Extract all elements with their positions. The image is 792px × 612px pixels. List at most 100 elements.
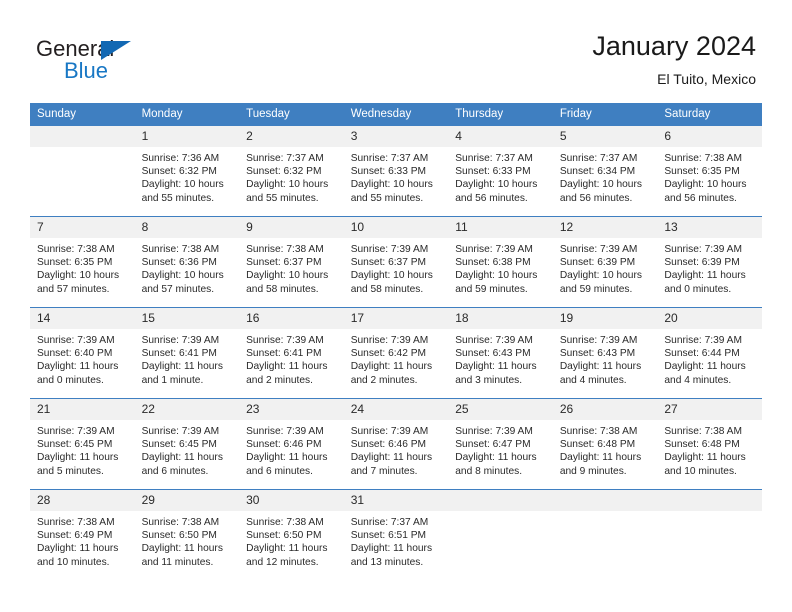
sunset-text: Sunset: 6:46 PM: [246, 439, 322, 451]
day-number: [657, 490, 762, 511]
sunset-text: Sunset: 6:38 PM: [455, 257, 531, 269]
daylight-text-line1: Daylight: 10 hours: [141, 179, 224, 191]
daylight-text-line2: and 57 minutes.: [141, 283, 215, 295]
daylight-text-line1: Daylight: 11 hours: [350, 361, 433, 373]
calendar-day-cell[interactable]: 16 Sunrise: 7:39 AM Sunset: 6:41 PM Dayligh…: [239, 307, 344, 399]
calendar-day-cell[interactable]: 20 Sunrise: 7:39 AM Sunset: 6:44 PM Dayligh…: [657, 307, 762, 399]
day-details: Sunrise: 7:39 AM Sunset: 6:44 PM Daylight:…: [657, 329, 762, 387]
daylight-text-line1: Daylight: 10 hours: [559, 179, 642, 191]
calendar-day-cell[interactable]: 28 Sunrise: 7:38 AM Sunset: 6:49 PM Dayligh…: [30, 489, 135, 580]
sunset-text: Sunset: 6:43 PM: [559, 348, 636, 360]
sunset-text: Sunset: 6:36 PM: [141, 257, 217, 269]
day-number: 30: [239, 490, 344, 511]
daylight-text-line1: Daylight: 11 hours: [141, 452, 223, 464]
calendar-day-cell[interactable]: 22 Sunrise: 7:39 AM Sunset: 6:45 PM Dayligh…: [134, 398, 240, 490]
sunrise-text: Sunrise: 7:39 AM: [37, 426, 115, 437]
day-number: 20: [657, 308, 762, 329]
calendar-day-cell[interactable]: 25 Sunrise: 7:39 AM Sunset: 6:47 PM Dayligh…: [448, 398, 553, 490]
calendar-week-row: 28 Sunrise: 7:38 AM Sunset: 6:49 PM Dayligh…: [30, 489, 762, 580]
sunrise-text: Sunrise: 7:39 AM: [455, 426, 533, 437]
calendar-body: 1 Sunrise: 7:36 AM Sunset: 6:32 PM Daylight…: [30, 125, 762, 580]
daylight-text-line2: and 3 minutes.: [455, 374, 523, 386]
sunset-text: Sunset: 6:37 PM: [246, 257, 322, 269]
daylight-text-line1: Daylight: 10 hours: [350, 179, 433, 191]
daylight-text-line2: and 56 minutes.: [664, 192, 737, 204]
sunset-text: Sunset: 6:39 PM: [559, 257, 636, 269]
calendar-page: General Blue January 2024 El Tuito, Mexi…: [0, 0, 792, 612]
calendar-day-cell[interactable]: 11 Sunrise: 7:39 AM Sunset: 6:38 PM Dayligh…: [448, 216, 553, 308]
calendar-day-cell[interactable]: 12 Sunrise: 7:39 AM Sunset: 6:39 PM Dayligh…: [552, 216, 658, 308]
daylight-text-line2: and 4 minutes.: [664, 374, 732, 386]
day-number: 7: [30, 217, 135, 238]
day-details: Sunrise: 7:39 AM Sunset: 6:46 PM Daylight:…: [239, 420, 344, 478]
calendar-day-cell[interactable]: 21 Sunrise: 7:39 AM Sunset: 6:45 PM Dayligh…: [30, 398, 135, 490]
calendar-day-cell[interactable]: 13 Sunrise: 7:39 AM Sunset: 6:39 PM Dayligh…: [657, 216, 762, 308]
calendar-day-cell[interactable]: 29 Sunrise: 7:38 AM Sunset: 6:50 PM Dayligh…: [134, 489, 240, 580]
day-number: 15: [134, 308, 240, 329]
calendar-day-cell[interactable]: 6 Sunrise: 7:38 AM Sunset: 6:35 PM Daylight…: [657, 125, 762, 217]
calendar-day-cell[interactable]: 27 Sunrise: 7:38 AM Sunset: 6:48 PM Dayligh…: [657, 398, 762, 490]
calendar-day-cell[interactable]: 5 Sunrise: 7:37 AM Sunset: 6:34 PM Daylight…: [552, 125, 658, 217]
day-number: 2: [239, 126, 344, 147]
calendar-day-cell[interactable]: 17 Sunrise: 7:39 AM Sunset: 6:42 PM Dayligh…: [343, 307, 449, 399]
calendar-day-cell[interactable]: 30 Sunrise: 7:38 AM Sunset: 6:50 PM Dayligh…: [239, 489, 344, 580]
calendar-week-row: 7 Sunrise: 7:38 AM Sunset: 6:35 PM Daylight…: [30, 216, 762, 308]
calendar-day-cell[interactable]: 7 Sunrise: 7:38 AM Sunset: 6:35 PM Daylight…: [30, 216, 135, 308]
day-details: Sunrise: 7:38 AM Sunset: 6:50 PM Daylight:…: [135, 511, 240, 569]
calendar-day-cell[interactable]: 26 Sunrise: 7:38 AM Sunset: 6:48 PM Dayligh…: [552, 398, 658, 490]
daylight-text-line1: Daylight: 10 hours: [246, 270, 329, 282]
day-number: 4: [448, 126, 553, 147]
daylight-text-line1: Daylight: 11 hours: [664, 270, 746, 282]
page-header: General Blue January 2024 El Tuito, Mexi…: [0, 0, 792, 100]
daylight-text-line1: Daylight: 11 hours: [559, 361, 642, 373]
weekday-header-friday: Friday: [552, 103, 658, 126]
daylight-text-line1: Daylight: 10 hours: [246, 179, 329, 191]
day-details: Sunrise: 7:39 AM Sunset: 6:43 PM Daylight:…: [448, 329, 553, 387]
daylight-text-line1: Daylight: 11 hours: [455, 452, 537, 464]
day-details: Sunrise: 7:38 AM Sunset: 6:37 PM Daylight:…: [239, 238, 344, 296]
daylight-text-line2: and 4 minutes.: [559, 374, 627, 386]
day-details: Sunrise: 7:39 AM Sunset: 6:41 PM Daylight:…: [135, 329, 240, 387]
daylight-text-line2: and 1 minute.: [141, 374, 204, 386]
day-details: Sunrise: 7:39 AM Sunset: 6:39 PM Daylight:…: [657, 238, 762, 296]
day-details: Sunrise: 7:38 AM Sunset: 6:35 PM Daylight:…: [657, 147, 762, 205]
calendar-day-cell[interactable]: 19 Sunrise: 7:39 AM Sunset: 6:43 PM Dayligh…: [552, 307, 658, 399]
daylight-text-line1: Daylight: 11 hours: [246, 543, 328, 555]
day-details: Sunrise: 7:39 AM Sunset: 6:41 PM Daylight:…: [239, 329, 344, 387]
calendar-day-cell[interactable]: 31 Sunrise: 7:37 AM Sunset: 6:51 PM Dayligh…: [343, 489, 449, 580]
day-details: Sunrise: 7:39 AM Sunset: 6:39 PM Daylight:…: [553, 238, 658, 296]
calendar-day-cell[interactable]: 10 Sunrise: 7:39 AM Sunset: 6:37 PM Dayligh…: [343, 216, 449, 308]
calendar-day-cell[interactable]: 2 Sunrise: 7:37 AM Sunset: 6:32 PM Daylight…: [239, 125, 344, 217]
calendar-day-cell[interactable]: 15 Sunrise: 7:39 AM Sunset: 6:41 PM Dayligh…: [134, 307, 240, 399]
day-details: Sunrise: 7:39 AM Sunset: 6:47 PM Daylight:…: [448, 420, 553, 478]
sunset-text: Sunset: 6:32 PM: [246, 166, 322, 178]
day-details: Sunrise: 7:39 AM Sunset: 6:46 PM Daylight:…: [344, 420, 449, 478]
sunset-text: Sunset: 6:33 PM: [455, 166, 531, 178]
calendar-day-cell[interactable]: 14 Sunrise: 7:39 AM Sunset: 6:40 PM Dayligh…: [30, 307, 135, 399]
calendar-day-cell[interactable]: 24 Sunrise: 7:39 AM Sunset: 6:46 PM Dayligh…: [343, 398, 449, 490]
general-blue-logo[interactable]: General Blue: [36, 36, 236, 88]
daylight-text-line2: and 55 minutes.: [141, 192, 215, 204]
daylight-text-line1: Daylight: 11 hours: [141, 361, 223, 373]
calendar-week-row: 21 Sunrise: 7:39 AM Sunset: 6:45 PM Dayligh…: [30, 398, 762, 490]
calendar-day-cell[interactable]: 4 Sunrise: 7:37 AM Sunset: 6:33 PM Daylight…: [448, 125, 553, 217]
sunrise-text: Sunrise: 7:38 AM: [141, 244, 220, 255]
day-number: 3: [343, 126, 449, 147]
calendar-day-cell[interactable]: 1 Sunrise: 7:36 AM Sunset: 6:32 PM Daylight…: [134, 125, 240, 217]
title-block: January 2024 El Tuito, Mexico: [592, 30, 756, 89]
calendar-day-cell[interactable]: 8 Sunrise: 7:38 AM Sunset: 6:36 PM Daylight…: [134, 216, 240, 308]
day-number: [552, 490, 658, 511]
daylight-text-line2: and 58 minutes.: [246, 283, 319, 295]
day-details: Sunrise: 7:37 AM Sunset: 6:32 PM Daylight:…: [239, 147, 344, 205]
daylight-text-line2: and 59 minutes.: [455, 283, 528, 295]
sunrise-text: Sunrise: 7:39 AM: [559, 335, 638, 346]
sunrise-text: Sunrise: 7:38 AM: [559, 426, 638, 437]
sunrise-text: Sunrise: 7:39 AM: [141, 335, 220, 346]
calendar-day-cell[interactable]: 3 Sunrise: 7:37 AM Sunset: 6:33 PM Daylight…: [343, 125, 449, 217]
day-details: Sunrise: 7:39 AM Sunset: 6:43 PM Daylight:…: [553, 329, 658, 387]
day-number: 16: [239, 308, 344, 329]
calendar-day-cell-empty: [30, 125, 135, 217]
calendar-day-cell[interactable]: 18 Sunrise: 7:39 AM Sunset: 6:43 PM Dayligh…: [448, 307, 553, 399]
calendar-day-cell[interactable]: 9 Sunrise: 7:38 AM Sunset: 6:37 PM Daylight…: [239, 216, 344, 308]
calendar-day-cell[interactable]: 23 Sunrise: 7:39 AM Sunset: 6:46 PM Dayligh…: [239, 398, 344, 490]
